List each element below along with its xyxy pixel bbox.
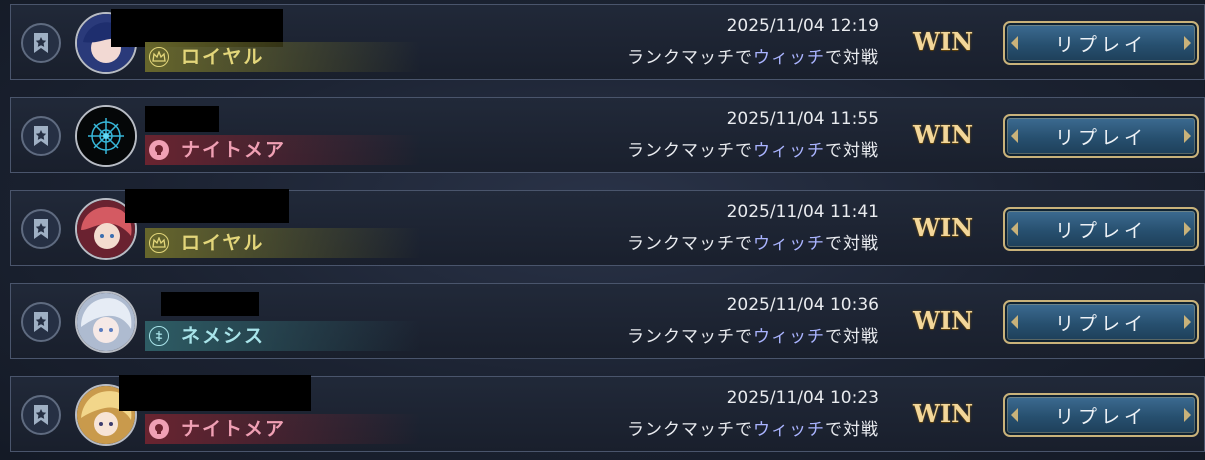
class-name: ナイトメア bbox=[181, 418, 287, 440]
replay-label: リプレイ bbox=[1054, 33, 1147, 56]
favorite-button[interactable] bbox=[21, 209, 61, 249]
match-timestamp: 2025/11/04 10:36 bbox=[726, 295, 879, 315]
match-description: ランクマッチでウィッチで対戦 bbox=[627, 325, 879, 349]
match-mode: ランクマッチで bbox=[627, 141, 753, 161]
class-banner: ナイトメア bbox=[145, 135, 420, 165]
match-row: ナイトメア 2025/11/04 10:23 ランクマッチでウィッチで対戦 WI… bbox=[10, 375, 1205, 452]
match-mode: ランクマッチで bbox=[627, 48, 753, 68]
favorite-button[interactable] bbox=[21, 116, 61, 156]
match-mode: ランクマッチで bbox=[627, 234, 753, 254]
replay-label: リプレイ bbox=[1054, 219, 1147, 242]
replay-button[interactable]: リプレイ bbox=[1003, 114, 1199, 158]
bookmark-star-icon bbox=[34, 405, 48, 425]
redacted-player-name bbox=[161, 292, 259, 316]
match-timestamp: 2025/11/04 12:19 bbox=[726, 16, 879, 36]
right-ornament-icon bbox=[1184, 222, 1191, 236]
class-name: ロイヤル bbox=[181, 46, 265, 68]
match-description: ランクマッチでウィッチで対戦 bbox=[627, 232, 879, 256]
match-mode: ランクマッチで bbox=[627, 420, 753, 440]
crown-icon bbox=[149, 47, 169, 67]
opponent-avatar bbox=[75, 105, 137, 167]
match-timestamp: 2025/11/04 11:55 bbox=[726, 109, 879, 129]
class-banner: ロイヤル bbox=[145, 42, 420, 72]
right-ornament-icon bbox=[1184, 129, 1191, 143]
match-suffix: で対戦 bbox=[825, 234, 879, 254]
bookmark-star-icon bbox=[34, 312, 48, 332]
replay-button[interactable]: リプレイ bbox=[1003, 207, 1199, 251]
match-result: WIN bbox=[913, 306, 974, 335]
favorite-button[interactable] bbox=[21, 395, 61, 435]
crown-icon bbox=[149, 233, 169, 253]
right-ornament-icon bbox=[1184, 408, 1191, 422]
left-ornament-icon bbox=[1011, 408, 1018, 422]
opponent-class: ウィッチ bbox=[753, 141, 825, 161]
replay-button[interactable]: リプレイ bbox=[1003, 393, 1199, 437]
left-ornament-icon bbox=[1011, 315, 1018, 329]
match-row: ロイヤル 2025/11/04 11:41 ランクマッチでウィッチで対戦 WIN… bbox=[10, 189, 1205, 266]
opponent-class: ウィッチ bbox=[753, 234, 825, 254]
replay-label: リプレイ bbox=[1054, 126, 1147, 149]
bookmark-star-icon bbox=[34, 33, 48, 53]
match-suffix: で対戦 bbox=[825, 141, 879, 161]
match-timestamp: 2025/11/04 10:23 bbox=[726, 388, 879, 408]
match-suffix: で対戦 bbox=[825, 420, 879, 440]
match-row: ロイヤル 2025/11/04 12:19 ランクマッチでウィッチで対戦 WIN… bbox=[10, 4, 1205, 80]
replay-button[interactable]: リプレイ bbox=[1003, 300, 1199, 344]
right-ornament-icon bbox=[1184, 36, 1191, 50]
class-banner: ナイトメア bbox=[145, 414, 420, 444]
class-name: ネメシス bbox=[181, 325, 266, 347]
match-timestamp: 2025/11/04 11:41 bbox=[726, 202, 879, 222]
match-history-list: ロイヤル 2025/11/04 12:19 ランクマッチでウィッチで対戦 WIN… bbox=[0, 0, 1205, 460]
match-suffix: で対戦 bbox=[825, 327, 879, 347]
match-result: WIN bbox=[913, 27, 974, 56]
redacted-player-name bbox=[125, 189, 289, 223]
match-row: ネメシス 2025/11/04 10:36 ランクマッチでウィッチで対戦 WIN… bbox=[10, 283, 1205, 359]
left-ornament-icon bbox=[1011, 36, 1018, 50]
match-result: WIN bbox=[913, 120, 974, 149]
bookmark-star-icon bbox=[34, 219, 48, 239]
right-ornament-icon bbox=[1184, 315, 1191, 329]
favorite-button[interactable] bbox=[21, 23, 61, 63]
match-row: ナイトメア 2025/11/04 11:55 ランクマッチでウィッチで対戦 WI… bbox=[10, 97, 1205, 173]
left-ornament-icon bbox=[1011, 222, 1018, 236]
match-mode: ランクマッチで bbox=[627, 327, 753, 347]
class-name: ナイトメア bbox=[181, 139, 287, 161]
match-description: ランクマッチでウィッチで対戦 bbox=[627, 418, 879, 442]
redacted-player-name bbox=[119, 375, 311, 411]
match-result: WIN bbox=[913, 213, 974, 242]
class-banner: ロイヤル bbox=[145, 228, 420, 258]
skull-icon bbox=[149, 140, 169, 160]
opponent-class: ウィッチ bbox=[753, 420, 825, 440]
class-banner: ネメシス bbox=[145, 321, 420, 351]
nemesis-icon bbox=[149, 326, 169, 346]
replay-button[interactable]: リプレイ bbox=[1003, 21, 1199, 65]
opponent-avatar bbox=[75, 291, 137, 353]
match-description: ランクマッチでウィッチで対戦 bbox=[627, 139, 879, 163]
opponent-class: ウィッチ bbox=[753, 48, 825, 68]
opponent-class: ウィッチ bbox=[753, 327, 825, 347]
replay-label: リプレイ bbox=[1054, 312, 1147, 335]
replay-label: リプレイ bbox=[1054, 405, 1147, 428]
match-description: ランクマッチでウィッチで対戦 bbox=[627, 46, 879, 70]
redacted-player-name bbox=[145, 106, 219, 132]
match-result: WIN bbox=[913, 399, 974, 428]
bookmark-star-icon bbox=[34, 126, 48, 146]
skull-icon bbox=[149, 419, 169, 439]
class-name: ロイヤル bbox=[181, 232, 265, 254]
match-suffix: で対戦 bbox=[825, 48, 879, 68]
favorite-button[interactable] bbox=[21, 302, 61, 342]
left-ornament-icon bbox=[1011, 129, 1018, 143]
